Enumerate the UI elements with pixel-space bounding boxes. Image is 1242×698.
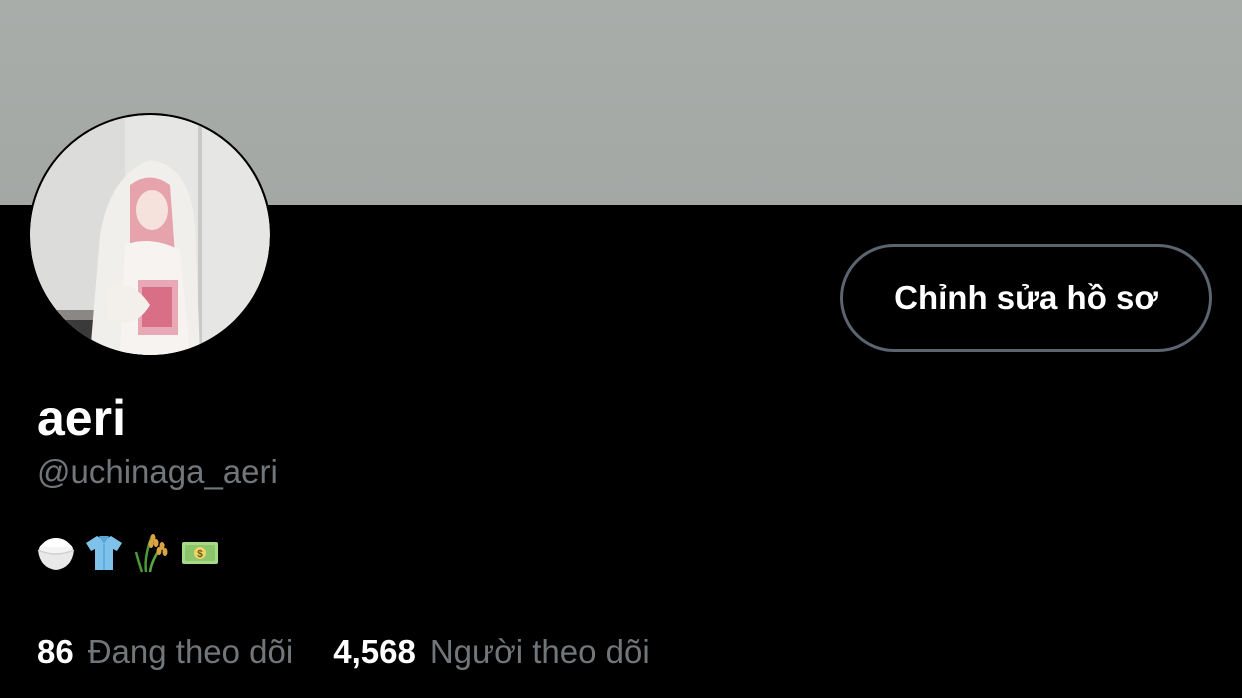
- following-stat[interactable]: 86 Đang theo dõi: [37, 630, 293, 674]
- profile-avatar[interactable]: [28, 113, 272, 357]
- shirt-icon: [86, 536, 122, 570]
- avatar-photo: [30, 115, 270, 355]
- profile-display-name: aeri: [37, 390, 126, 446]
- following-label: Đang theo dõi: [87, 633, 294, 670]
- rice-bowl-icon: [37, 538, 75, 570]
- profile-handle: @uchinaga_aeri: [37, 453, 278, 490]
- following-count: 86: [37, 633, 74, 670]
- rice-plant-icon: [134, 534, 168, 573]
- followers-count: 4,568: [333, 633, 416, 670]
- followers-label: Người theo dõi: [429, 633, 650, 670]
- svg-text:$: $: [197, 549, 203, 560]
- profile-page: Chỉnh sửa hồ sơ aeri @uchinaga_aeri $ 86…: [0, 0, 1242, 698]
- money-bill-icon: $: [182, 542, 218, 564]
- followers-stat[interactable]: 4,568 Người theo dõi: [333, 630, 649, 674]
- profile-bio: $: [36, 528, 220, 576]
- edit-profile-button[interactable]: Chỉnh sửa hồ sơ: [840, 244, 1212, 352]
- profile-stats: 86 Đang theo dõi 4,568 Người theo dõi: [37, 630, 650, 674]
